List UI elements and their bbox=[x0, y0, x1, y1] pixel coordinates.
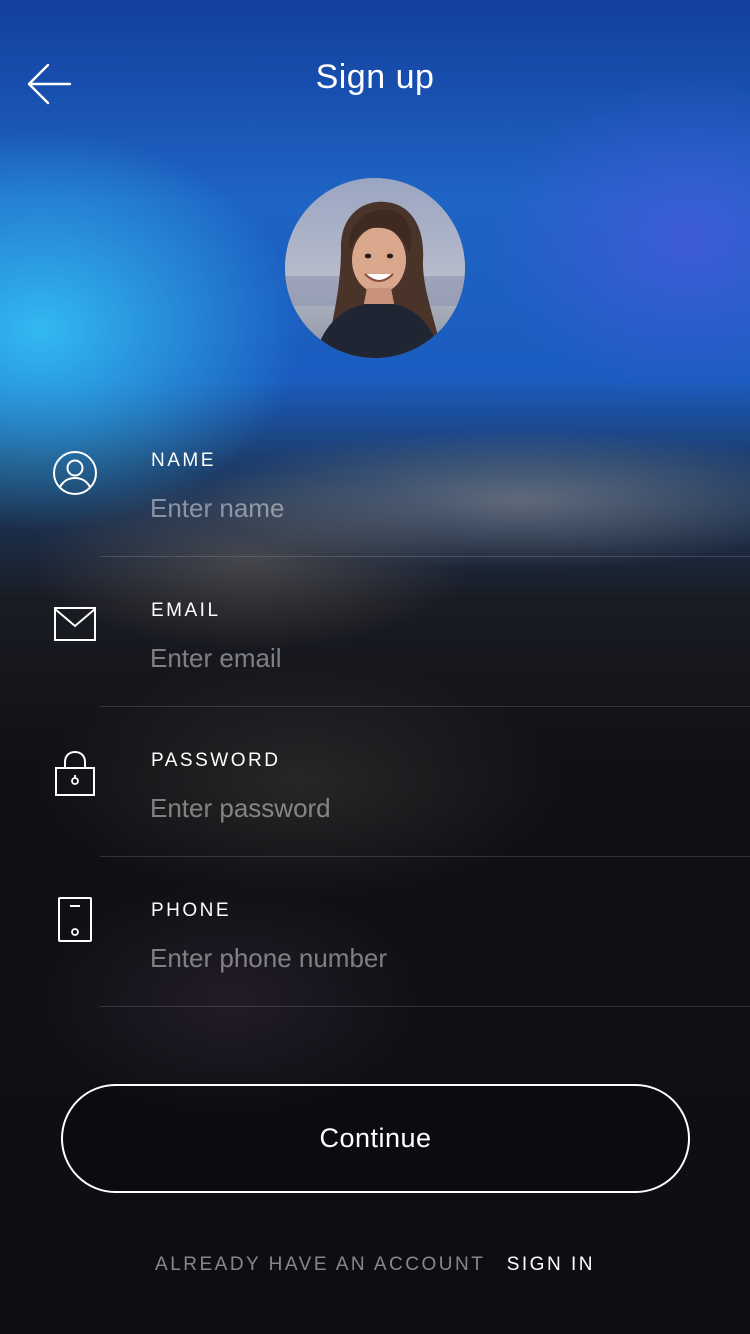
name-divider bbox=[100, 556, 750, 557]
envelope-icon bbox=[50, 604, 100, 654]
already-have-account-text: ALREADY HAVE AN ACCOUNT bbox=[155, 1254, 485, 1275]
phone-field: PHONE bbox=[0, 897, 750, 1050]
password-field: PASSWORD bbox=[0, 750, 750, 900]
continue-button-label: Continue bbox=[319, 1123, 432, 1153]
phone-icon bbox=[50, 896, 100, 946]
name-input[interactable] bbox=[150, 488, 690, 528]
phone-divider bbox=[100, 1006, 750, 1007]
email-field: EMAIL bbox=[0, 600, 750, 750]
email-divider bbox=[100, 706, 750, 707]
lock-icon bbox=[50, 750, 100, 800]
sign-in-link[interactable]: SIGN IN bbox=[507, 1254, 595, 1275]
phone-input[interactable] bbox=[150, 938, 690, 978]
user-icon bbox=[50, 450, 100, 500]
continue-button[interactable]: Continue bbox=[61, 1084, 690, 1193]
password-label: PASSWORD bbox=[151, 750, 281, 771]
email-input[interactable] bbox=[150, 638, 690, 678]
header: Sign up bbox=[0, 0, 750, 165]
page-title: Sign up bbox=[315, 58, 435, 96]
name-field: NAME bbox=[0, 450, 750, 600]
name-label: NAME bbox=[151, 450, 216, 471]
avatar[interactable] bbox=[285, 178, 465, 358]
password-input[interactable] bbox=[150, 788, 690, 828]
sign-in-prompt: ALREADY HAVE AN ACCOUNT SIGN IN bbox=[0, 1254, 750, 1276]
email-label: EMAIL bbox=[151, 600, 221, 621]
phone-label: PHONE bbox=[151, 900, 232, 921]
avatar-photo bbox=[285, 178, 465, 358]
password-divider bbox=[100, 856, 750, 857]
